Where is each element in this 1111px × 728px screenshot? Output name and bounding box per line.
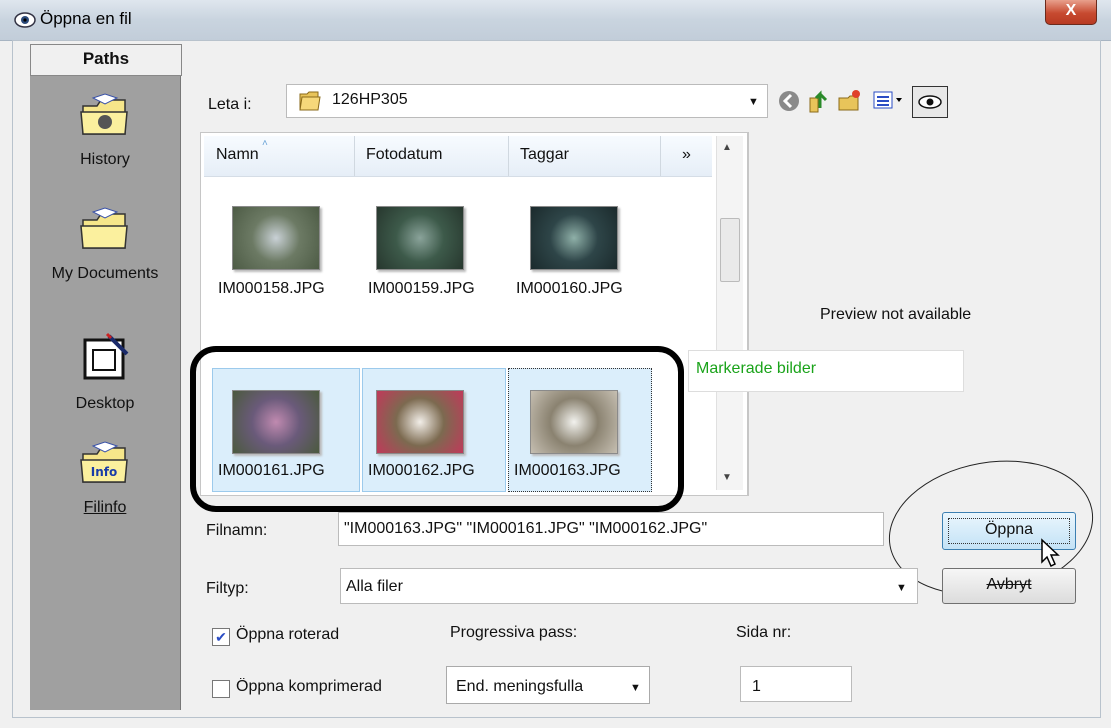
page-number-label: Sida nr:: [736, 624, 792, 641]
folder-icon: [298, 90, 322, 117]
file-name[interactable]: IM000159.JPG: [368, 280, 475, 298]
open-compressed-checkbox[interactable]: [212, 680, 230, 698]
filetype-label: Filtyp:: [206, 580, 249, 597]
filename-label: Filnamn:: [206, 522, 268, 539]
new-folder-icon[interactable]: [836, 88, 862, 114]
open-rotated-label[interactable]: Öppna roterad: [236, 626, 339, 644]
column-divider: [660, 136, 661, 176]
column-divider: [508, 136, 509, 176]
file-name[interactable]: IM000158.JPG: [218, 280, 325, 298]
file-thumbnail[interactable]: [232, 206, 320, 270]
up-folder-icon[interactable]: [806, 88, 832, 114]
column-header: [204, 136, 712, 177]
column-more[interactable]: »: [682, 146, 691, 164]
place-my-documents[interactable]: My Documents: [30, 206, 180, 283]
documents-folder-icon: [30, 206, 180, 259]
close-button[interactable]: X: [1045, 0, 1097, 25]
scroll-up-icon[interactable]: ▲: [722, 142, 732, 153]
preview-toggle-icon[interactable]: [912, 86, 948, 118]
chevron-down-icon[interactable]: ▼: [896, 582, 907, 594]
svg-text:Info: Info: [91, 465, 117, 479]
chevron-down-icon[interactable]: ▼: [630, 682, 641, 694]
place-filinfo[interactable]: Info Filinfo: [30, 440, 180, 517]
place-label: Desktop: [75, 395, 135, 412]
column-name[interactable]: Namn: [216, 146, 259, 164]
window-title: Öppna en fil: [40, 9, 132, 28]
file-thumbnail[interactable]: [530, 206, 618, 270]
annotation-rounded-rectangle: [190, 346, 684, 512]
info-folder-icon: Info: [30, 440, 180, 493]
filename-value: "IM000163.JPG" "IM000161.JPG" "IM000162.…: [344, 520, 708, 537]
file-thumbnail[interactable]: [376, 206, 464, 270]
view-menu-icon[interactable]: [872, 88, 912, 114]
place-label: Filinfo: [83, 499, 127, 516]
annotation-label: Markerade bilder: [696, 360, 817, 377]
app-eye-icon: [14, 9, 36, 31]
desktop-icon: [30, 332, 180, 389]
sort-indicator-icon: ˄: [262, 138, 268, 149]
filetype-value: Alla filer: [346, 578, 403, 595]
place-label: History: [80, 151, 130, 168]
history-folder-icon: [30, 92, 180, 145]
place-history[interactable]: History: [30, 92, 180, 169]
place-desktop[interactable]: Desktop: [30, 332, 180, 413]
scrollbar-thumb[interactable]: [720, 218, 740, 282]
look-in-value: 126HP305: [332, 91, 408, 108]
page-number-value: 1: [752, 678, 761, 695]
column-divider: [354, 136, 355, 176]
file-name[interactable]: IM000160.JPG: [516, 280, 623, 298]
look-in-label: Leta i:: [208, 96, 252, 113]
title-bar: [0, 0, 1111, 41]
places-header: Paths: [30, 44, 182, 76]
open-compressed-label[interactable]: Öppna komprimerad: [236, 678, 426, 696]
column-tags[interactable]: Taggar: [520, 146, 569, 164]
filetype-combo[interactable]: [340, 568, 918, 604]
back-icon[interactable]: [776, 88, 802, 114]
preview-message: Preview not available: [820, 306, 972, 323]
progressive-label: Progressiva pass:: [450, 624, 578, 641]
vertical-scrollbar[interactable]: [716, 136, 743, 490]
open-rotated-checkbox[interactable]: ✔: [212, 628, 230, 646]
cancel-button[interactable]: Avbryt: [942, 568, 1076, 604]
place-label: My Documents: [51, 265, 159, 282]
progressive-value: End. meningsfulla: [456, 678, 584, 695]
scroll-down-icon[interactable]: ▼: [722, 472, 732, 483]
cancel-label: Avbryt: [986, 576, 1032, 593]
chevron-down-icon[interactable]: ▼: [748, 96, 759, 108]
column-photo-date[interactable]: Fotodatum: [366, 146, 442, 164]
